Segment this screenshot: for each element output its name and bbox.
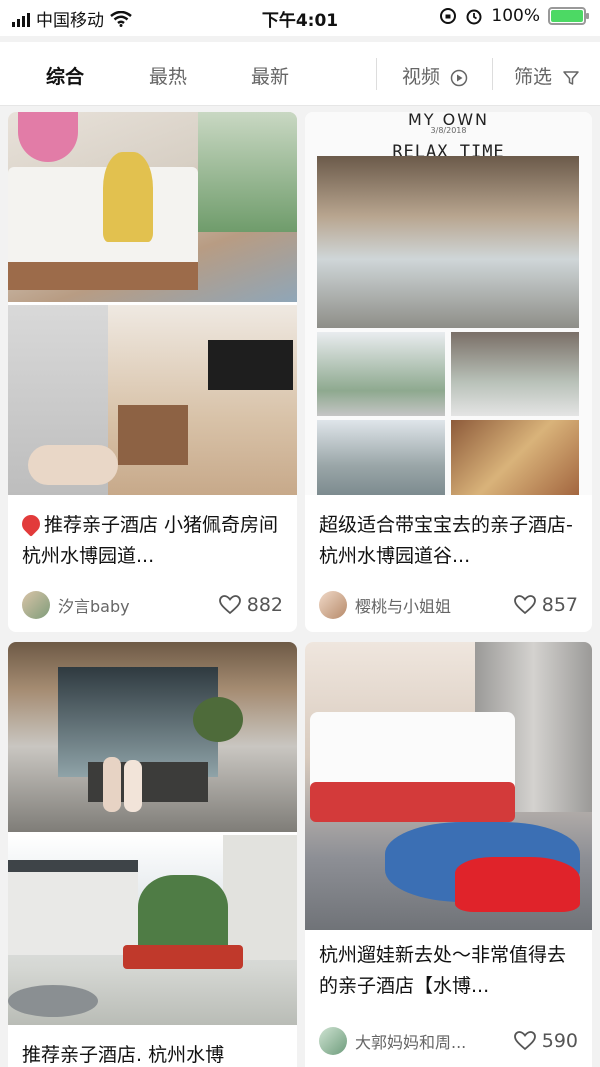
cover-photo bbox=[8, 112, 297, 302]
like-count: 590 bbox=[541, 1030, 578, 1052]
avatar[interactable] bbox=[319, 1027, 347, 1055]
battery-percent: 100% bbox=[491, 6, 540, 26]
cover-collage: MY OWN 3/8/2018 RELAX TIME bbox=[305, 112, 592, 495]
tab-comprehensive[interactable]: 综合 bbox=[46, 62, 84, 89]
status-bar: 中国移动 下午4:01 100% bbox=[0, 0, 600, 36]
tab-bar: 综合 最热 最新 视频 筛选 bbox=[0, 42, 600, 106]
alarm-icon bbox=[466, 9, 482, 25]
lobby-photo bbox=[8, 642, 297, 832]
note-title: 推荐亲子酒店 小猪佩奇房间 杭州水博园道... bbox=[22, 510, 283, 572]
author-name[interactable]: 樱桃与小姐姐 bbox=[355, 593, 514, 617]
author-name[interactable]: 汐言baby bbox=[58, 593, 219, 617]
room-photo bbox=[8, 305, 297, 495]
author-name[interactable]: 大郭妈妈和周... bbox=[355, 1029, 514, 1053]
video-filter-label: 视频 bbox=[402, 66, 441, 88]
note-title: 杭州遛娃新去处～非常值得去的亲子酒店【水博... bbox=[319, 944, 567, 997]
note-title: 超级适合带宝宝去的亲子酒店-杭州水博园道谷... bbox=[319, 514, 573, 567]
like-count: 882 bbox=[246, 594, 283, 616]
status-right: 100% bbox=[439, 6, 589, 26]
like-button[interactable]: 882 bbox=[218, 594, 283, 616]
heart-icon bbox=[218, 595, 241, 615]
video-filter-button[interactable]: 视频 bbox=[402, 62, 468, 89]
filter-label: 筛选 bbox=[514, 66, 553, 88]
exterior-photo bbox=[8, 835, 297, 1025]
filter-button[interactable]: 筛选 bbox=[514, 62, 580, 89]
heart-icon bbox=[513, 595, 536, 615]
fire-icon bbox=[22, 511, 44, 537]
divider bbox=[376, 58, 377, 90]
note-meta: 汐言baby 882 bbox=[22, 590, 283, 620]
heart-icon bbox=[513, 1031, 536, 1051]
funnel-icon bbox=[563, 70, 579, 85]
note-meta: 大郭妈妈和周... 590 bbox=[319, 1026, 578, 1056]
like-button[interactable]: 857 bbox=[513, 594, 578, 616]
like-button[interactable]: 590 bbox=[513, 1030, 578, 1052]
tab-hottest[interactable]: 最热 bbox=[149, 62, 187, 89]
avatar[interactable] bbox=[319, 591, 347, 619]
note-card[interactable]: 推荐亲子酒店. 杭州水博 bbox=[8, 642, 297, 1067]
rotation-lock-icon bbox=[440, 8, 457, 24]
like-count: 857 bbox=[541, 594, 578, 616]
battery-icon bbox=[548, 7, 589, 25]
tab-newest[interactable]: 最新 bbox=[251, 62, 289, 89]
note-card[interactable]: 推荐亲子酒店 小猪佩奇房间 杭州水博园道... 汐言baby 882 bbox=[8, 112, 297, 632]
note-card[interactable]: MY OWN 3/8/2018 RELAX TIME 超级适合带宝宝去的亲子酒店… bbox=[305, 112, 592, 632]
avatar[interactable] bbox=[22, 591, 50, 619]
note-card[interactable]: 杭州遛娃新去处～非常值得去的亲子酒店【水博... 大郭妈妈和周... 590 bbox=[305, 642, 592, 1067]
image-date: 3/8/2018 bbox=[430, 126, 467, 135]
note-title: 推荐亲子酒店. 杭州水博 bbox=[22, 1044, 225, 1066]
play-circle-icon bbox=[450, 69, 468, 86]
note-meta: 樱桃与小姐姐 857 bbox=[319, 590, 578, 620]
divider bbox=[492, 58, 493, 90]
kids-room-photo bbox=[305, 642, 592, 930]
